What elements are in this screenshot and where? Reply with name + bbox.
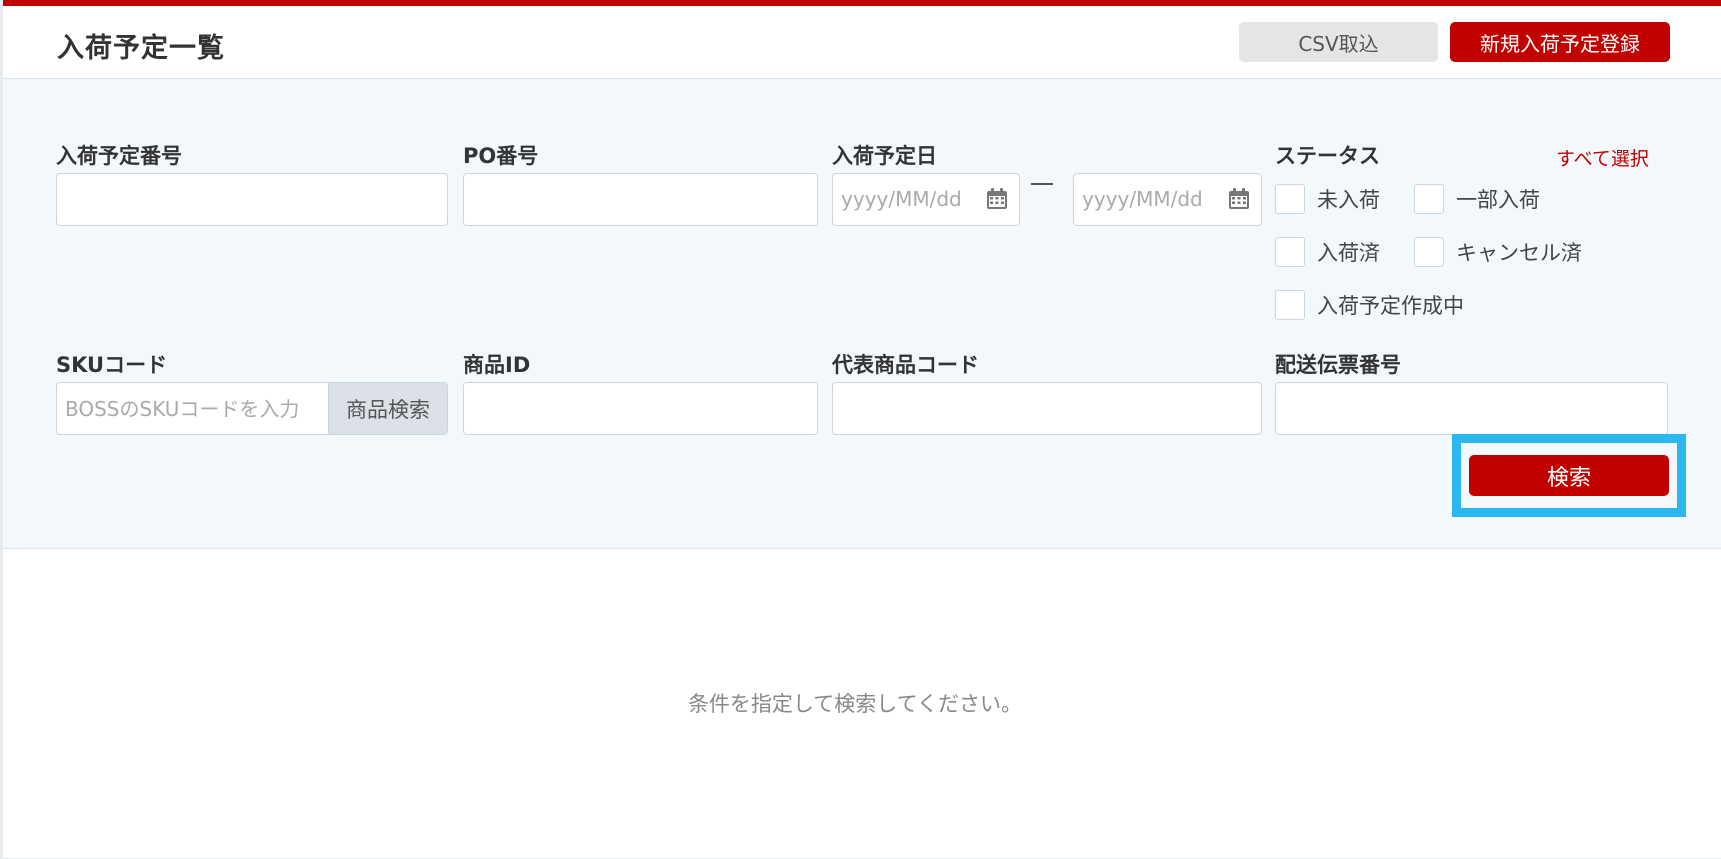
status-option-label: 未入荷 — [1317, 188, 1380, 212]
arrival-date-from-input[interactable] — [833, 174, 983, 224]
status-option-drafting[interactable]: 入荷予定作成中 — [1275, 290, 1464, 320]
arrival-date-label: 入荷予定日 — [832, 144, 937, 168]
checkbox[interactable] — [1275, 184, 1305, 214]
arrival-number-label: 入荷予定番号 — [56, 144, 182, 168]
date-range-separator — [1031, 183, 1053, 185]
checkbox[interactable] — [1414, 184, 1444, 214]
checkbox[interactable] — [1275, 237, 1305, 267]
arrival-number-input[interactable] — [56, 173, 448, 226]
calendar-icon[interactable] — [1227, 187, 1251, 211]
empty-results-message: 条件を指定して検索してください。 — [687, 692, 1023, 716]
status-option-not-arrived[interactable]: 未入荷 — [1275, 184, 1380, 214]
status-option-partial[interactable]: 一部入荷 — [1414, 184, 1540, 214]
status-option-arrived[interactable]: 入荷済 — [1275, 237, 1380, 267]
po-number-input[interactable] — [463, 173, 818, 226]
search-button[interactable]: 検索 — [1469, 455, 1669, 496]
checkbox[interactable] — [1414, 237, 1444, 267]
representative-code-input[interactable] — [832, 382, 1262, 435]
new-arrival-button[interactable]: 新規入荷予定登録 — [1450, 22, 1670, 62]
status-option-label: 一部入荷 — [1456, 188, 1540, 212]
select-all-link[interactable]: すべて選択 — [1556, 144, 1649, 171]
arrival-date-to-input[interactable] — [1074, 174, 1224, 224]
product-search-button[interactable]: 商品検索 — [328, 383, 447, 434]
arrival-date-from-field[interactable] — [832, 173, 1020, 226]
delivery-slip-label: 配送伝票番号 — [1275, 353, 1401, 377]
checkbox[interactable] — [1275, 290, 1305, 320]
sku-code-field: 商品検索 — [56, 382, 448, 435]
status-label: ステータス — [1275, 144, 1380, 168]
product-id-input[interactable] — [463, 382, 818, 435]
delivery-slip-input[interactable] — [1275, 382, 1668, 435]
status-option-cancelled[interactable]: キャンセル済 — [1414, 237, 1582, 267]
calendar-icon[interactable] — [985, 187, 1009, 211]
status-option-label: 入荷済 — [1317, 241, 1380, 265]
po-number-label: PO番号 — [463, 144, 539, 168]
arrival-date-to-field[interactable] — [1073, 173, 1262, 226]
sku-code-input[interactable] — [57, 383, 329, 434]
product-id-label: 商品ID — [463, 353, 531, 377]
csv-import-button[interactable]: CSV取込 — [1239, 22, 1438, 62]
page-header: 入荷予定一覧 CSV取込 新規入荷予定登録 — [3, 6, 1721, 79]
representative-code-label: 代表商品コード — [832, 353, 979, 377]
page-title: 入荷予定一覧 — [57, 33, 225, 64]
sku-code-label: SKUコード — [56, 353, 168, 377]
status-option-label: キャンセル済 — [1456, 241, 1582, 265]
status-option-label: 入荷予定作成中 — [1317, 294, 1464, 318]
